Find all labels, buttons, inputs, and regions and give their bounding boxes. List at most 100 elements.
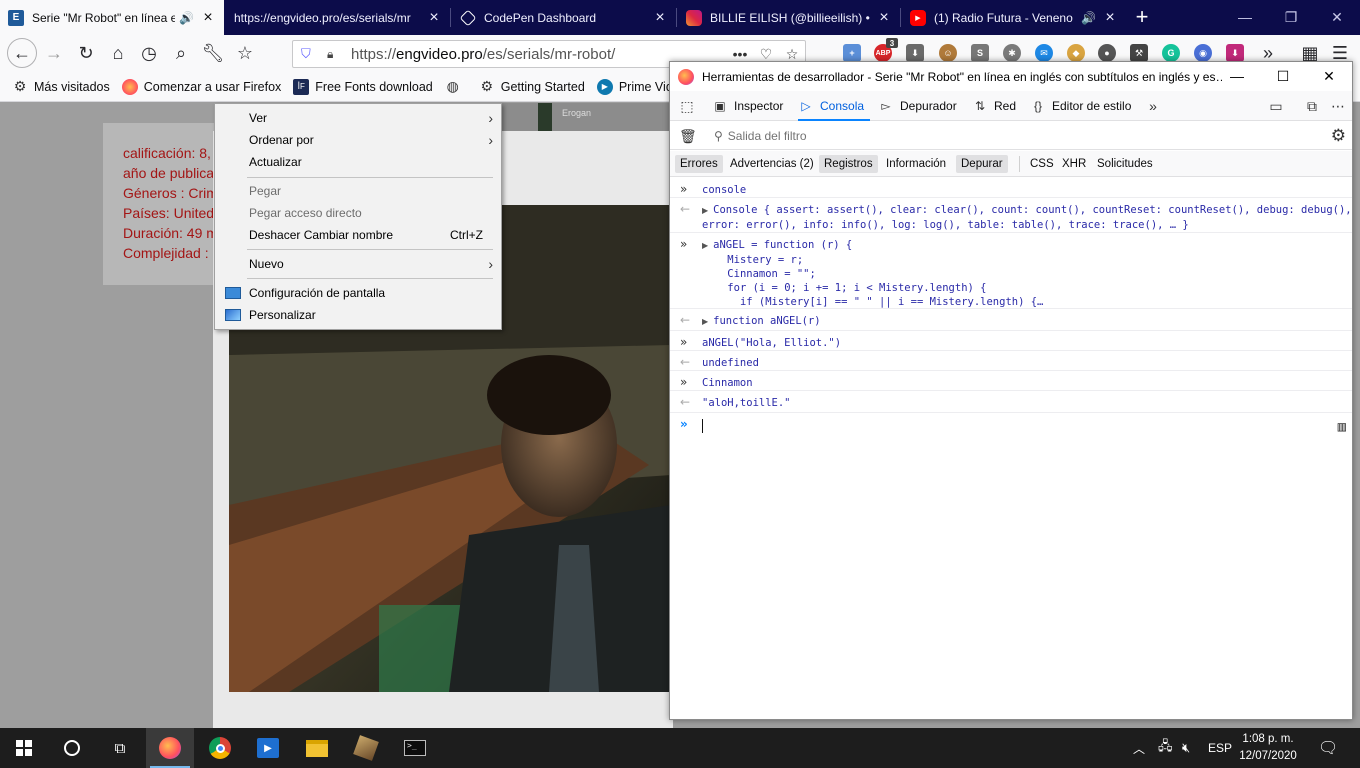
menu-item-configuracion-pantalla[interactable]: Configuración de pantalla — [215, 282, 501, 304]
tab-mr-robot[interactable]: E Serie "Mr Robot" en línea en 🔊 × — [0, 0, 224, 35]
network-icon[interactable]: 🖧︎ — [1158, 728, 1173, 768]
taskbar-winrar-icon[interactable] — [342, 728, 390, 768]
maximize-icon[interactable]: ☐ — [1260, 62, 1306, 91]
trash-icon[interactable]: 🗑︎ — [679, 128, 697, 145]
lock-icon[interactable]: 🔒︎ — [327, 47, 341, 62]
element-picker-icon[interactable]: ⬚ — [674, 91, 700, 121]
tab-codepen[interactable]: CodePen Dashboard × — [452, 0, 676, 35]
speaker-icon[interactable]: 🔊 — [179, 11, 194, 25]
taskbar-chrome-icon[interactable] — [196, 728, 244, 768]
filter-registros[interactable]: Registros — [819, 155, 878, 173]
console-settings-gear-icon[interactable]: ⚙ — [1331, 126, 1346, 146]
filter-css[interactable]: CSS — [1025, 155, 1059, 173]
filter-errores[interactable]: Errores — [675, 155, 723, 173]
bookmark-mas-visitados[interactable]: ⚙ Más visitados — [12, 78, 110, 95]
filter-input[interactable]: ⚲ Salida del filtro — [714, 129, 807, 143]
grammarly-icon[interactable]: G — [1162, 44, 1180, 62]
expand-triangle-icon[interactable]: ▶ — [702, 241, 708, 250]
menu-item-nuevo[interactable]: Nuevo › — [215, 253, 501, 275]
menu-item-deshacer[interactable]: Deshacer Cambiar nombre Ctrl+Z — [215, 224, 501, 246]
extension-s-icon[interactable]: S — [971, 44, 989, 62]
close-icon[interactable]: × — [426, 9, 442, 27]
language-indicator[interactable]: ESP — [1208, 728, 1232, 768]
more-options-icon[interactable]: ⋯ — [1325, 91, 1351, 121]
show-hidden-icons-chevron-icon[interactable]: ︿ — [1133, 728, 1145, 768]
bookmark-comenzar-firefox[interactable]: Comenzar a usar Firefox — [121, 78, 281, 95]
windows-start-icon[interactable] — [0, 728, 48, 768]
dock-options-icon[interactable]: ⧉ — [1299, 91, 1325, 121]
filter-informacion[interactable]: Información — [881, 155, 951, 173]
tab-engvideo[interactable]: https://engvideo.pro/es/serials/mr × — [226, 0, 450, 35]
bookmark-globe[interactable]: ◍ — [445, 78, 467, 95]
taskbar-terminal-icon[interactable]: >_ — [391, 728, 439, 768]
extension-add-icon[interactable]: + — [843, 44, 861, 62]
expand-triangle-icon[interactable]: ▶ — [702, 206, 708, 215]
tab-youtube[interactable]: ▶ (1) Radio Futura - Veneno En 🔊 × — [902, 0, 1126, 35]
editor-mode-toggle-icon[interactable]: ▥ — [1338, 419, 1346, 435]
close-window-icon[interactable]: ✕ — [1314, 0, 1360, 35]
minimize-icon[interactable]: — — [1214, 62, 1260, 91]
tab-depurador[interactable]: ▻ Depurador — [878, 91, 956, 121]
extension-tool-icon[interactable]: ⚒ — [1130, 44, 1148, 62]
tracking-shield-icon[interactable]: ⛉ — [301, 46, 317, 62]
tab-editor-estilo[interactable]: {} Editor de estilo — [1030, 91, 1131, 121]
extension-download-icon[interactable]: ⬇ — [1226, 44, 1244, 62]
messenger-icon[interactable]: ✉ — [1035, 44, 1053, 62]
menu-item-personalizar[interactable]: Personalizar — [215, 304, 501, 326]
console-output-row[interactable]: ← ▶ function aNGEL(r) — [670, 309, 1352, 331]
bookmark-page-star-icon[interactable]: ☆ — [779, 46, 805, 63]
bookmark-star-icon[interactable]: ☆ — [231, 39, 259, 67]
speaker-icon[interactable]: 🔊 — [1081, 11, 1096, 25]
page-actions-icon[interactable]: ••• — [727, 46, 753, 62]
extension-globe-icon[interactable]: ◉ — [1194, 44, 1212, 62]
close-icon[interactable]: × — [1102, 9, 1118, 27]
tab-consola[interactable]: ▷ Consola — [798, 91, 871, 121]
menu-item-ver[interactable]: Ver › — [215, 107, 501, 129]
tab-red[interactable]: ⇅ Red — [972, 91, 1016, 121]
reload-icon[interactable]: ↻ — [72, 39, 100, 67]
filter-advertencias[interactable]: Advertencias (2) — [725, 155, 819, 173]
taskbar-firefox-icon[interactable] — [146, 728, 194, 768]
forward-arrow-icon[interactable]: → — [40, 39, 68, 67]
url-text[interactable]: https://engvideo.pro/es/serials/mr-robot… — [351, 46, 727, 63]
task-view-icon[interactable]: ⧉ — [96, 728, 144, 768]
new-tab-plus-icon[interactable]: + — [1130, 0, 1154, 35]
more-tabs-chevron-icon[interactable]: » — [1140, 91, 1166, 121]
filter-depurar[interactable]: Depurar — [956, 155, 1008, 173]
tab-inspector[interactable]: ▣ Inspector — [712, 91, 783, 121]
menu-item-ordenar-por[interactable]: Ordenar por › — [215, 129, 501, 151]
taskbar-file-explorer-icon[interactable] — [293, 728, 341, 768]
extension-down-icon[interactable]: ⬇ — [906, 44, 924, 62]
extension-fox-icon[interactable]: ◆ — [1067, 44, 1085, 62]
notifications-icon[interactable]: 🗨︎ — [1318, 728, 1338, 768]
account-icon[interactable]: ● — [1098, 44, 1116, 62]
console-output-row[interactable]: ← ▶ Console { assert: assert(), clear: cl… — [670, 198, 1352, 233]
wrench-icon[interactable]: 🔧︎ — [199, 39, 227, 67]
search-icon[interactable]: ⌕ — [167, 39, 195, 67]
console-prompt[interactable]: » ▥ — [670, 413, 1352, 439]
extension-gear-icon[interactable]: ✱ — [1003, 44, 1021, 62]
menu-item-actualizar[interactable]: Actualizar — [215, 151, 501, 173]
pocket-icon[interactable]: ♡ — [753, 46, 779, 63]
expand-triangle-icon[interactable]: ▶ — [702, 317, 708, 326]
split-console-icon[interactable]: ▭ — [1263, 91, 1289, 121]
taskbar-clock[interactable]: 1:08 p. m. 12/07/2020 — [1236, 731, 1300, 765]
minimize-icon[interactable]: — — [1222, 0, 1268, 35]
filter-solicitudes[interactable]: Solicitudes — [1092, 155, 1158, 173]
close-icon[interactable]: × — [876, 9, 892, 27]
close-icon[interactable]: × — [200, 9, 216, 27]
restore-icon[interactable]: ❐ — [1268, 0, 1314, 35]
taskbar-video-app-icon[interactable]: ▶ — [244, 728, 292, 768]
filter-xhr[interactable]: XHR — [1057, 155, 1091, 173]
back-arrow-icon[interactable]: ← — [7, 38, 37, 68]
bookmark-free-fonts[interactable]: ꟾF Free Fonts download — [293, 78, 433, 95]
bookmark-getting-started[interactable]: ⚙ Getting Started — [479, 78, 584, 95]
close-icon[interactable]: × — [652, 9, 668, 27]
close-window-icon[interactable]: ✕ — [1306, 62, 1352, 91]
extension-monkey-icon[interactable]: ☺ — [939, 44, 957, 62]
history-clock-icon[interactable]: ◷ — [135, 39, 163, 67]
tab-instagram[interactable]: BILLIE EILISH (@billieeilish) • Fo × — [678, 0, 900, 35]
cortana-search-icon[interactable] — [48, 728, 96, 768]
home-icon[interactable]: ⌂ — [104, 39, 132, 67]
volume-muted-icon[interactable]: 🔇︎ — [1182, 728, 1190, 768]
